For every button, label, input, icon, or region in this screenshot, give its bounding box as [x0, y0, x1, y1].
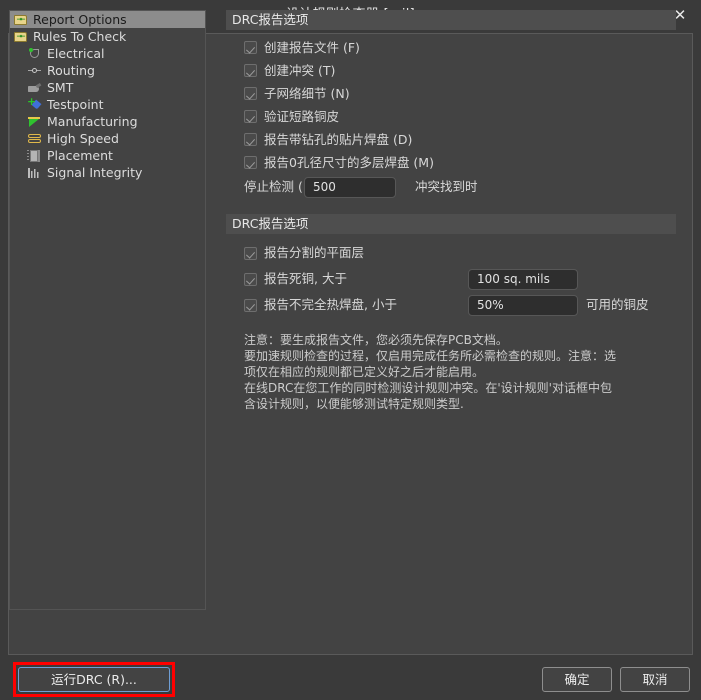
sidebar-item-label: Signal Integrity	[47, 164, 143, 180]
sidebar-item-smt[interactable]: SMT	[10, 79, 205, 96]
checkbox[interactable]	[244, 41, 257, 54]
checkbox-row[interactable]: 报告0孔径尺寸的多层焊盘 (M)	[226, 151, 676, 174]
stop-detection-row: 停止检测 (E 冲突找到时	[226, 174, 676, 200]
sidebar-item-report-options[interactable]: Report Options	[10, 11, 205, 28]
note-line-5: 含设计规则，以便能够测试特定规则类型.	[244, 397, 464, 411]
checkbox-row[interactable]: 创建冲突 (T)	[226, 59, 676, 82]
note-line-1: 注意：要生成报告文件，您必须先保存PCB文档。	[244, 333, 508, 347]
checkbox-label: 验证短路铜皮	[264, 108, 340, 124]
group-header-drc-report-options-1: DRC报告选项	[226, 10, 676, 30]
checkbox-label: 创建冲突 (T)	[264, 62, 336, 78]
checkbox-label: 报告带钻孔的贴片焊盘 (D)	[264, 131, 413, 147]
sidebar-item-label: Rules To Check	[33, 28, 127, 44]
ok-button[interactable]: 确定	[542, 667, 612, 692]
sidebar-item-label: Testpoint	[47, 96, 104, 112]
sidebar-item-rules-to-check[interactable]: Rules To Check	[10, 28, 205, 45]
cancel-button[interactable]: 取消	[620, 667, 690, 692]
manufacturing-icon	[27, 115, 43, 129]
checkbox-label: 创建报告文件 (F)	[264, 39, 360, 55]
run-drc-button[interactable]: 运行DRC (R)...	[18, 667, 170, 692]
checkbox-row[interactable]: 创建报告文件 (F)	[226, 36, 676, 59]
sidebar-item-label: Placement	[47, 147, 113, 163]
sidebar-item-label: Manufacturing	[47, 113, 138, 129]
placement-icon	[27, 149, 43, 163]
checkbox[interactable]	[244, 133, 257, 146]
checkbox[interactable]	[244, 87, 257, 100]
checkbox-label: 子网络细节 (N)	[264, 85, 350, 101]
option-label: 报告不完全热焊盘, 小于	[264, 297, 397, 312]
option-label: 报告死铜, 大于	[264, 271, 347, 286]
electrical-icon	[27, 47, 43, 61]
checkbox[interactable]	[244, 156, 257, 169]
checkbox[interactable]	[244, 64, 257, 77]
stop-detection-suffix: 冲突找到时	[415, 179, 478, 194]
checkbox[interactable]	[244, 298, 257, 312]
sidebar-item-signal-integrity[interactable]: Signal Integrity	[10, 164, 205, 181]
option-row[interactable]: 报告死铜, 大于	[226, 266, 676, 292]
sidebar-item-label: Routing	[47, 62, 95, 78]
checkbox-label: 报告0孔径尺寸的多层焊盘 (M)	[264, 154, 434, 170]
drc-dialog: 设计规则检查器 [mil] ✕ Report OptionsRules To C…	[0, 0, 701, 700]
option-value-input[interactable]	[468, 268, 578, 290]
note-text: 注意：要生成报告文件，您必须先保存PCB文档。 要加速规则检查的过程，仅启用完成…	[226, 332, 676, 412]
options-panel: DRC报告选项 创建报告文件 (F) 创建冲突 (T) 子网络细节 (N) 验证短路铜…	[226, 10, 676, 610]
folder-icon	[13, 13, 29, 27]
checkbox-row[interactable]: 子网络细节 (N)	[226, 82, 676, 105]
group-header-drc-report-options-2: DRC报告选项	[226, 214, 676, 234]
option-value-input[interactable]	[468, 294, 578, 316]
sidebar-item-label: High Speed	[47, 130, 119, 146]
smt-icon	[27, 81, 43, 95]
folder-icon	[13, 30, 29, 44]
option-row[interactable]: 报告分割的平面层	[226, 240, 676, 266]
note-line-4: 在线DRC在您工作的同时检测设计规则冲突。在'设计规则'对话框中包	[244, 381, 612, 395]
sidebar-item-label: Report Options	[33, 11, 127, 27]
checkbox-row[interactable]: 验证短路铜皮	[226, 105, 676, 128]
drc-report-options-list-1: 创建报告文件 (F) 创建冲突 (T) 子网络细节 (N) 验证短路铜皮报告带钻孔的贴…	[226, 30, 676, 174]
note-line-2: 要加速规则检查的过程，仅启用完成任务所必需检查的规则。注意：选	[244, 349, 617, 363]
signal-integrity-icon	[27, 166, 43, 180]
testpoint-icon	[27, 96, 43, 112]
sidebar-item-manufacturing[interactable]: Manufacturing	[10, 113, 205, 130]
checkbox[interactable]	[244, 272, 257, 286]
sidebar-item-placement[interactable]: Placement	[10, 147, 205, 164]
sidebar-item-label: SMT	[47, 79, 74, 95]
checkbox-row[interactable]: 报告带钻孔的贴片焊盘 (D)	[226, 128, 676, 151]
sidebar-item-testpoint[interactable]: Testpoint	[10, 96, 205, 113]
sidebar-item-label: Electrical	[47, 45, 105, 61]
rules-tree[interactable]: Report OptionsRules To CheckElectricalRo…	[9, 10, 206, 610]
sidebar-item-routing[interactable]: Routing	[10, 62, 205, 79]
stop-detection-label: 停止检测 (E	[244, 179, 311, 194]
note-line-3: 项仅在相应的规则都已定义好之后才能启用。	[244, 365, 485, 379]
sidebar-item-high-speed[interactable]: High Speed	[10, 130, 205, 147]
option-suffix: 可用的铜皮	[586, 297, 649, 312]
checkbox[interactable]	[244, 110, 257, 123]
checkbox[interactable]	[244, 246, 257, 260]
sidebar-item-electrical[interactable]: Electrical	[10, 45, 205, 62]
option-row[interactable]: 报告不完全热焊盘, 小于 可用的铜皮	[226, 292, 676, 318]
stop-detection-input[interactable]	[304, 177, 396, 198]
high-speed-icon	[27, 132, 43, 146]
routing-icon	[27, 64, 43, 78]
drc-report-options-list-2: 报告分割的平面层报告死铜, 大于报告不完全热焊盘, 小于 可用的铜皮	[226, 234, 676, 318]
option-label: 报告分割的平面层	[264, 245, 365, 260]
